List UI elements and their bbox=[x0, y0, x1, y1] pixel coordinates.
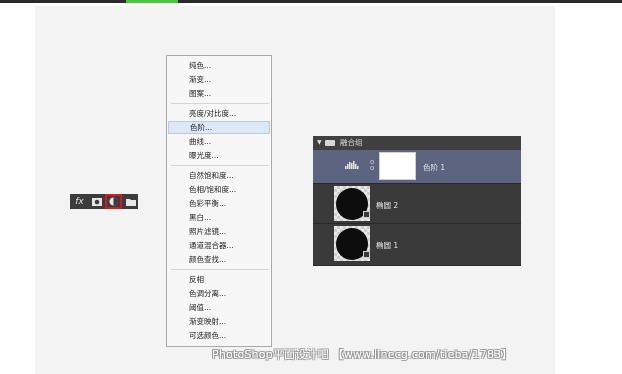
menu-item-color-balance[interactable]: 色彩平衡... bbox=[168, 197, 270, 210]
group-name: 融合组 bbox=[340, 138, 363, 147]
fx-icon: fx bbox=[75, 196, 84, 207]
expand-triangle-icon[interactable]: ▼ bbox=[317, 136, 322, 150]
link-chain-icon[interactable]: oo bbox=[370, 159, 376, 172]
menu-separator bbox=[171, 269, 269, 270]
active-tab-indicator bbox=[126, 0, 178, 3]
new-adjustment-layer-button[interactable] bbox=[105, 194, 122, 209]
menu-item-threshold[interactable]: 阈值... bbox=[168, 301, 270, 314]
menu-item-channel-mixer[interactable]: 通道混合器... bbox=[168, 239, 270, 252]
adjustment-layer-name: 色阶 1 bbox=[423, 163, 446, 172]
menu-item-color-lookup[interactable]: 颜色查找... bbox=[168, 253, 270, 266]
menu-item-gradient-map[interactable]: 渐变映射... bbox=[168, 315, 270, 328]
menu-separator bbox=[171, 103, 269, 104]
folder-icon bbox=[325, 140, 335, 146]
add-mask-button[interactable] bbox=[89, 195, 104, 208]
adjustment-layer-icon bbox=[109, 197, 118, 206]
adjustment-layer-row[interactable]: oo 色阶 1 bbox=[313, 150, 521, 184]
layers-panel: ▼ 融合组 oo 色阶 1 椭圆 2 椭圆 1 bbox=[313, 136, 521, 266]
menu-item-photo-filter[interactable]: 照片滤镜... bbox=[168, 225, 270, 238]
menu-item-posterize[interactable]: 色调分离... bbox=[168, 287, 270, 300]
menu-item-pattern[interactable]: 图案... bbox=[168, 87, 270, 100]
menu-item-hue-saturation[interactable]: 色相/饱和度... bbox=[168, 183, 270, 196]
menu-item-curves[interactable]: 曲线... bbox=[168, 135, 270, 148]
layer-row[interactable]: 椭圆 1 bbox=[313, 224, 521, 266]
smart-object-icon bbox=[363, 251, 370, 258]
menu-item-solid-color[interactable]: 纯色... bbox=[168, 59, 270, 72]
layer-row[interactable]: 椭圆 2 bbox=[313, 184, 521, 224]
levels-icon bbox=[345, 161, 359, 169]
menu-item-levels[interactable]: 色阶... bbox=[168, 121, 270, 134]
top-bar bbox=[0, 0, 622, 3]
adjustment-layer-menu: 纯色... 渐变... 图案... 亮度/对比度... 色阶... 曲线... … bbox=[166, 55, 272, 347]
menu-item-gradient[interactable]: 渐变... bbox=[168, 73, 270, 86]
watermark: PhotoShop平面设计吧 【www.linecg.com/tieba/178… bbox=[212, 348, 513, 361]
layer-group-row[interactable]: ▼ 融合组 bbox=[313, 136, 521, 150]
layer-name: 椭圆 2 bbox=[376, 201, 399, 210]
menu-item-selective-color[interactable]: 可选颜色... bbox=[168, 329, 270, 342]
smart-object-icon bbox=[363, 211, 370, 218]
menu-item-vibrance[interactable]: 自然饱和度... bbox=[168, 169, 270, 182]
menu-item-invert[interactable]: 反相 bbox=[168, 273, 270, 286]
folder-icon bbox=[125, 198, 136, 206]
layer-name: 椭圆 1 bbox=[376, 241, 399, 250]
new-group-button[interactable] bbox=[123, 195, 138, 208]
menu-item-brightness-contrast[interactable]: 亮度/对比度... bbox=[168, 107, 270, 120]
mask-icon bbox=[91, 197, 102, 206]
layers-toolbar: fx bbox=[70, 194, 138, 209]
layer-mask-thumbnail[interactable] bbox=[379, 152, 416, 180]
menu-item-black-white[interactable]: 黑白... bbox=[168, 211, 270, 224]
menu-item-exposure[interactable]: 曝光度... bbox=[168, 149, 270, 162]
fx-button[interactable]: fx bbox=[72, 195, 87, 208]
menu-separator bbox=[171, 165, 269, 166]
